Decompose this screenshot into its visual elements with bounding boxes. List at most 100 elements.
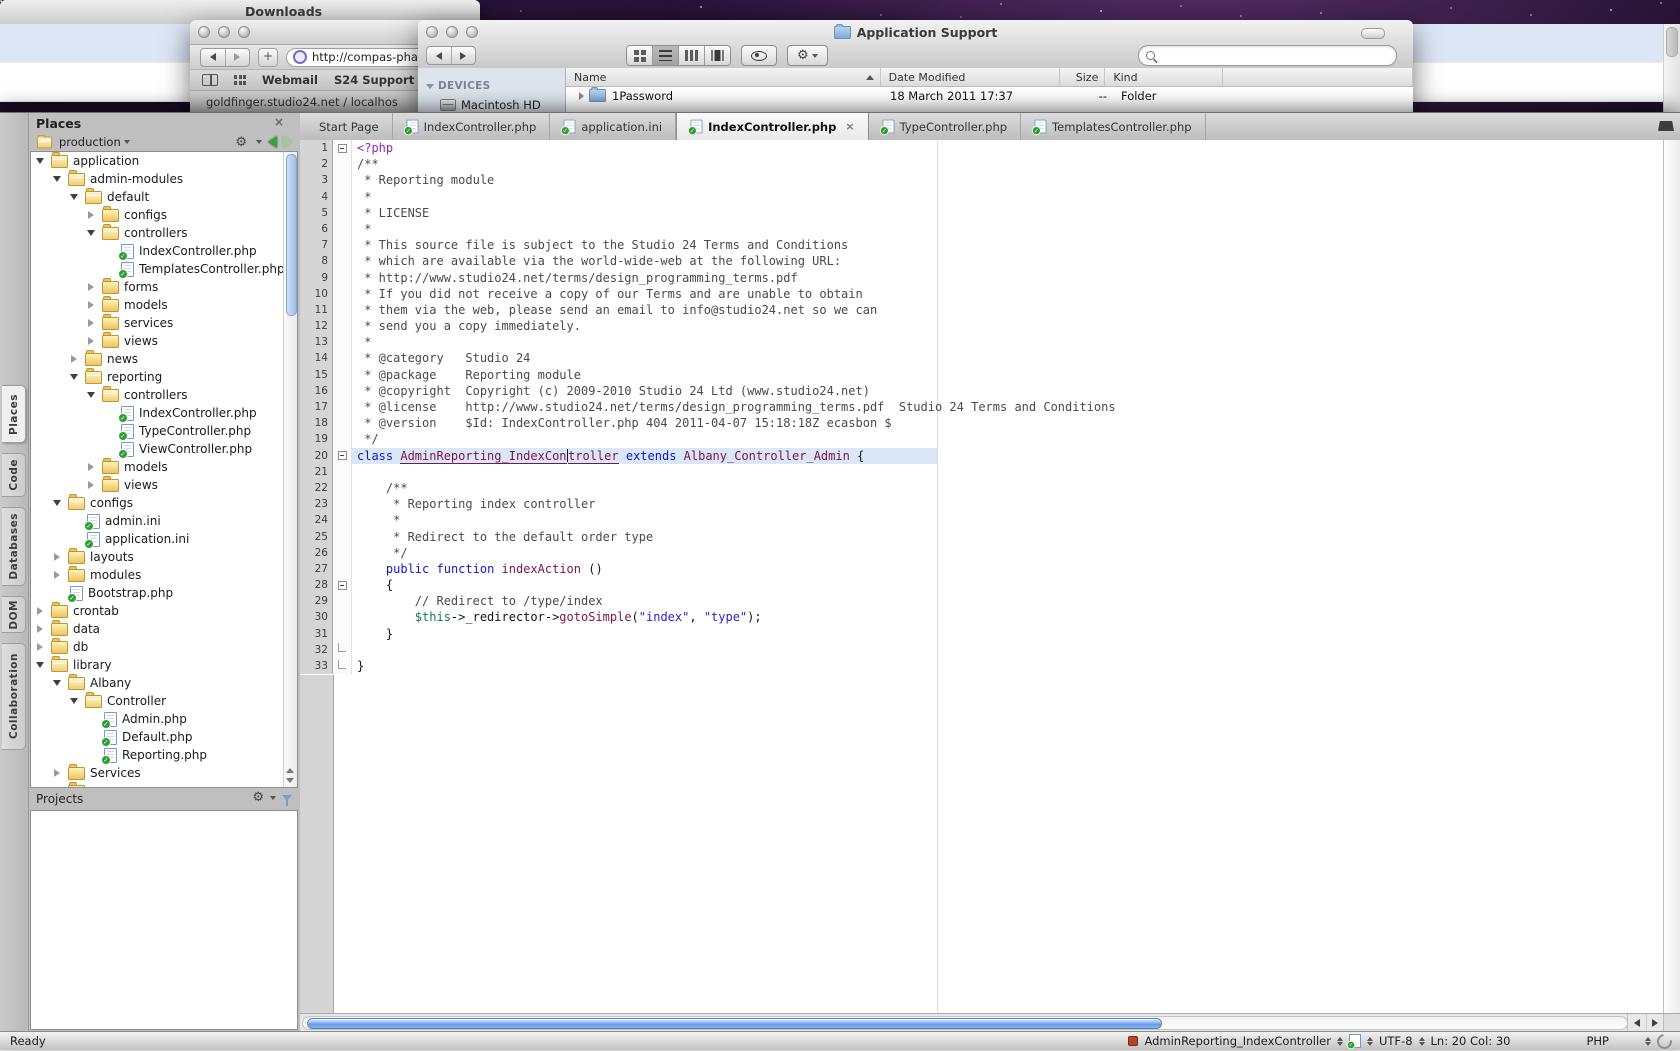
- code-line[interactable]: * them via the web, please send an email…: [352, 302, 1664, 318]
- scroll-up-icon[interactable]: [286, 768, 294, 773]
- scroll-left-icon[interactable]: [1628, 1014, 1646, 1032]
- tree-item-modules[interactable]: modules: [31, 566, 284, 584]
- code-line[interactable]: {: [352, 577, 1664, 593]
- fold-collapse-icon[interactable]: [338, 144, 347, 153]
- tree-item-layouts[interactable]: layouts: [31, 548, 284, 566]
- back-button[interactable]: [201, 49, 225, 66]
- stepper-icon[interactable]: [1367, 1037, 1373, 1046]
- tree-item-views[interactable]: views: [31, 332, 284, 350]
- tree-item-data[interactable]: data: [31, 620, 284, 638]
- side-tab-dom[interactable]: DOM: [2, 596, 26, 633]
- code-line[interactable]: *: [352, 512, 1664, 528]
- gear-icon[interactable]: ⚙: [252, 791, 264, 804]
- close-panel-icon[interactable]: ×: [274, 116, 284, 128]
- code-line[interactable]: */: [352, 545, 1664, 561]
- tree-item-default-php[interactable]: Default.php: [31, 728, 284, 746]
- code-line[interactable]: * Reporting index controller: [352, 496, 1664, 512]
- column-header-name[interactable]: Name: [566, 68, 881, 86]
- side-tab-places[interactable]: Places: [2, 385, 26, 443]
- disclosure-triangle-icon[interactable]: [35, 607, 45, 615]
- tree-item-models[interactable]: models: [31, 296, 284, 314]
- tree-item-reporting-php[interactable]: Reporting.php: [31, 746, 284, 764]
- editor-tab-templatescontroller-php[interactable]: TemplatesController.php: [1021, 113, 1206, 140]
- scrollbar-track[interactable]: [302, 1016, 1628, 1030]
- stepper-icon[interactable]: [1645, 1037, 1651, 1046]
- disclosure-triangle-icon[interactable]: [52, 553, 62, 561]
- action-menu-button[interactable]: ⚙: [787, 45, 828, 66]
- code-line[interactable]: /**: [352, 156, 1664, 172]
- code-line[interactable]: $this->_redirector->gotoSimple("index", …: [352, 609, 1664, 625]
- code-line[interactable]: }: [352, 658, 1664, 674]
- code-line[interactable]: * which are available via the world-wide…: [352, 253, 1664, 269]
- finder-search-field[interactable]: [1138, 45, 1397, 66]
- editor-vertical-scrollbar[interactable]: [1663, 140, 1680, 1014]
- status-language[interactable]: PHP: [1586, 1034, 1609, 1048]
- tree-item-indexcontroller-php[interactable]: IndexController.php: [31, 404, 284, 422]
- tree-item-templatescontroller-php[interactable]: TemplatesController.php: [31, 260, 284, 278]
- code-line[interactable]: * send you a copy immediately.: [352, 318, 1664, 334]
- tree-item-default[interactable]: default: [31, 188, 284, 206]
- code-line[interactable]: [352, 464, 1664, 480]
- editor-body[interactable]: 1234567891011121314151617181920212223242…: [300, 140, 1680, 1014]
- tree-item-services[interactable]: Services: [31, 764, 284, 782]
- tree-item-services[interactable]: services: [31, 314, 284, 332]
- disclosure-triangle-icon[interactable]: [52, 680, 62, 686]
- disclosure-triangle-icon[interactable]: [35, 662, 45, 668]
- disclosure-triangle-icon[interactable]: [35, 625, 45, 633]
- editor-horizontal-scrollbar[interactable]: [300, 1013, 1680, 1032]
- code-line[interactable]: class AdminReporting_IndexController ext…: [352, 448, 937, 464]
- disclosure-triangle-icon[interactable]: [579, 92, 584, 100]
- column-header-date-modified[interactable]: Date Modified: [881, 68, 1061, 86]
- tree-item-controllers[interactable]: controllers: [31, 386, 284, 404]
- devices-section-header[interactable]: DEVICES: [426, 80, 490, 92]
- tree-item-news[interactable]: news: [31, 350, 284, 368]
- disclosure-triangle-icon[interactable]: [86, 283, 96, 291]
- stepper-icon[interactable]: [1337, 1037, 1343, 1046]
- toolbar-toggle-lozenge[interactable]: [1361, 28, 1385, 39]
- editor-tab-indexcontroller-php[interactable]: IndexController.php: [393, 113, 551, 140]
- stepper-icon[interactable]: [1419, 1037, 1425, 1046]
- bookmark-item[interactable]: Webmail: [262, 73, 318, 87]
- navigate-back-icon[interactable]: [268, 136, 277, 148]
- tree-item-configs[interactable]: configs: [31, 494, 284, 512]
- code-line[interactable]: public function indexAction (): [352, 561, 1664, 577]
- side-tab-code[interactable]: Code: [2, 453, 26, 497]
- disclosure-triangle-icon[interactable]: [69, 355, 79, 363]
- disclosure-triangle-icon[interactable]: [86, 392, 96, 398]
- tree-item-views[interactable]: views: [31, 476, 284, 494]
- tab-overflow-icon[interactable]: [1658, 121, 1674, 131]
- navigate-forward-icon[interactable]: [283, 136, 292, 148]
- tree-item-admin-modules[interactable]: admin-modules: [31, 170, 284, 188]
- close-window-icon[interactable]: [198, 26, 210, 38]
- code-line[interactable]: }: [352, 626, 1664, 642]
- back-button[interactable]: [427, 47, 451, 64]
- scroll-down-icon[interactable]: [286, 778, 294, 783]
- code-line[interactable]: */: [352, 431, 1664, 447]
- tree-item-admin-ini[interactable]: admin.ini: [31, 512, 284, 530]
- disclosure-triangle-icon[interactable]: [86, 337, 96, 345]
- minimize-window-icon[interactable]: [218, 26, 230, 38]
- code-line[interactable]: * Redirect to the default order type: [352, 529, 1664, 545]
- disclosure-triangle-icon[interactable]: [52, 769, 62, 777]
- fold-collapse-icon[interactable]: [338, 451, 347, 460]
- bookmarks-book-icon[interactable]: [202, 74, 218, 86]
- forward-button[interactable]: [225, 49, 250, 66]
- tree-item-typecontroller-php[interactable]: TypeController.php: [31, 422, 284, 440]
- side-tab-collaboration[interactable]: Collaboration: [2, 643, 26, 750]
- code-line[interactable]: * @version $Id: IndexController.php 404 …: [352, 415, 1664, 431]
- editor-tab-indexcontroller-php[interactable]: IndexController.php×: [676, 113, 868, 140]
- disclosure-triangle-icon[interactable]: [69, 374, 79, 380]
- disclosure-triangle-icon[interactable]: [52, 500, 62, 506]
- scrollbar-thumb[interactable]: [307, 1018, 1162, 1029]
- code-line[interactable]: * http://www.studio24.net/terms/design_p…: [352, 270, 1664, 286]
- tree-item-models[interactable]: models: [31, 458, 284, 476]
- disclosure-triangle-icon[interactable]: [69, 194, 79, 200]
- tree-item-library[interactable]: library: [31, 656, 284, 674]
- code-line[interactable]: * LICENSE: [352, 205, 1664, 221]
- code-line[interactable]: *: [352, 334, 1664, 350]
- tree-item-configs[interactable]: configs: [31, 206, 284, 224]
- zoom-window-icon[interactable]: [238, 26, 250, 38]
- new-tab-button[interactable]: +: [258, 48, 278, 67]
- editor-tab-application-ini[interactable]: application.ini: [550, 113, 676, 140]
- code-line[interactable]: /**: [352, 480, 1664, 496]
